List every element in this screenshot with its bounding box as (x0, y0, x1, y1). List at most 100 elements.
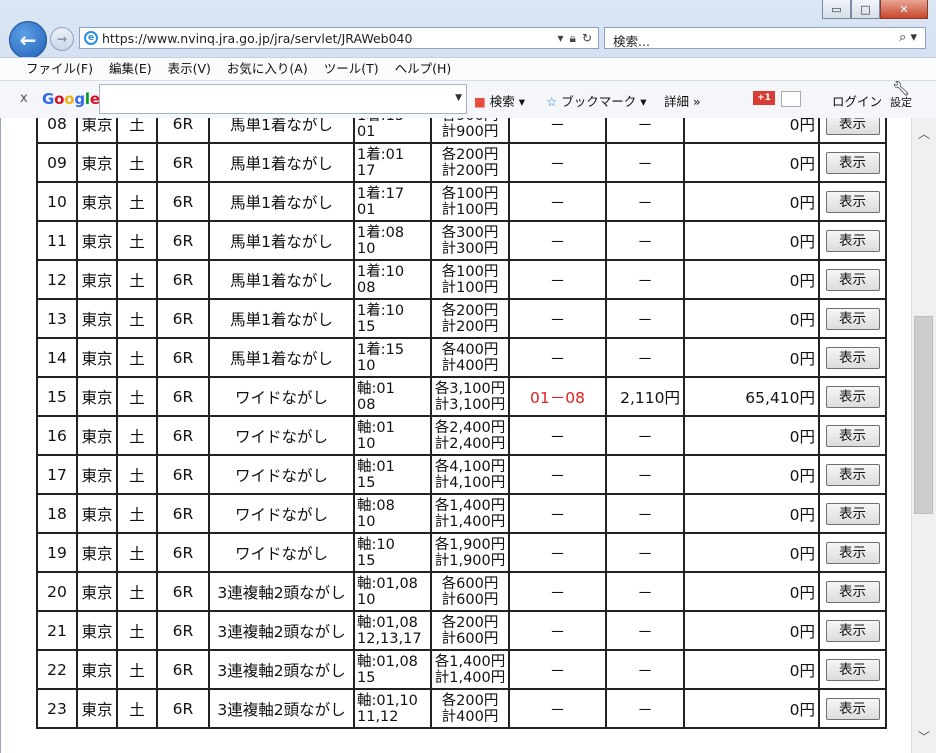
amount-cell: 各900円計900円 (430, 118, 510, 144)
combination-line1: 軸:01,10 (357, 692, 418, 709)
chevron-down-icon[interactable]: ▼ (455, 93, 462, 103)
show-button[interactable]: 表示 (825, 619, 880, 642)
show-button[interactable]: 表示 (825, 346, 880, 369)
place-cell: 東京 (76, 337, 118, 378)
show-button[interactable]: 表示 (825, 268, 880, 291)
combination-cell: 1着:01 17 (353, 142, 432, 183)
place-cell: 東京 (76, 688, 118, 729)
scroll-thumb[interactable] (914, 316, 933, 514)
table-row: 16 東京土 6R ワイドながし 軸:01 10 各2,400円 計2,400円－－ 0円 表示 (36, 415, 887, 456)
combination-line2: 15 (357, 552, 376, 569)
amount-total: 計3,100円 (434, 396, 506, 413)
show-button[interactable]: 表示 (825, 697, 880, 720)
show-button[interactable]: 表示 (825, 118, 880, 135)
dropdown-icon[interactable]: ▾ (558, 31, 564, 46)
combination-cell: 1着:15 10 (353, 337, 432, 378)
show-button[interactable]: 表示 (825, 463, 880, 486)
amount-total: 計600円 (441, 630, 499, 647)
show-button[interactable]: 表示 (825, 541, 880, 564)
action-cell: 表示 (818, 649, 887, 690)
forward-button[interactable]: → (50, 27, 74, 51)
table-row: 13 東京土 6R 馬単1着ながし 1着:10 15 各200円 計200円－－ 0円 表示 (36, 298, 887, 339)
google-search-icon: ■ (474, 94, 486, 109)
show-button[interactable]: 表示 (825, 307, 880, 330)
amount-each: 各200円 (441, 692, 499, 709)
amount-each: 各200円 (441, 302, 499, 319)
table-row: 21 東京土 6R 3連複軸2頭ながし 軸:01,08 12,13,17 各200円 計600… (36, 610, 887, 651)
odds-cell: － (605, 118, 685, 144)
toggle-switch[interactable] (781, 91, 801, 107)
google-search-button[interactable]: ■ 検索 ▾ (474, 91, 525, 110)
settings-button[interactable]: 🔧︎ 設定 (890, 81, 912, 109)
wrench-icon: 🔧︎ (892, 81, 910, 97)
scroll-up-icon[interactable]: ︿ (912, 124, 936, 144)
day-cell: 土 (116, 298, 158, 339)
bet-type-cell: 馬単1着ながし (208, 181, 355, 222)
table-row: 19 東京土 6R ワイドながし 軸:10 15 各1,900円 計1,900円－－ 0円 表示 (36, 532, 887, 573)
amount-cell: 各4,100円 計4,100円 (430, 454, 510, 495)
google-plus-one-icon[interactable]: +1 (753, 91, 775, 105)
menu-help[interactable]: ヘルプ(H) (387, 58, 460, 80)
table-row: 17 東京土 6R ワイドながし 軸:01 15 各4,100円 計4,100円－－ 0円 表示 (36, 454, 887, 495)
toolbar-close-icon[interactable]: x (20, 91, 28, 106)
action-cell: 表示 (818, 118, 887, 144)
google-search-input[interactable]: ▼ (99, 84, 467, 114)
maximize-button[interactable]: □ (851, 0, 880, 19)
result-cell: － (508, 337, 607, 378)
show-button[interactable]: 表示 (825, 229, 880, 252)
place-cell: 東京 (76, 610, 118, 651)
lock-icon[interactable]: 🔒︎ (570, 31, 576, 46)
day-cell: 土 (116, 610, 158, 651)
amount-total: 計1,400円 (434, 513, 506, 530)
result-cell: － (508, 571, 607, 612)
payout-cell: 0円 (683, 181, 820, 222)
vertical-scrollbar[interactable]: ︿ ﹀ (911, 118, 936, 753)
login-link[interactable]: ログイン (832, 91, 882, 110)
show-button[interactable]: 表示 (825, 658, 880, 681)
refresh-icon[interactable]: ↻ (582, 31, 592, 46)
place-cell: 東京 (76, 142, 118, 183)
bet-type-cell: 3連複軸2頭ながし (208, 649, 355, 690)
combination-line2: 11,12 (357, 708, 399, 725)
no-cell: 14 (36, 337, 78, 378)
menu-file[interactable]: ファイル(F) (0, 58, 101, 80)
menu-edit[interactable]: 編集(E) (101, 58, 160, 80)
amount-cell: 各1,400円 計1,400円 (430, 649, 510, 690)
amount-each: 各600円 (441, 575, 499, 592)
combination-line1: 軸:01 (357, 419, 395, 436)
minimize-button[interactable]: ▭ (822, 0, 851, 19)
close-button[interactable]: ✕ (880, 0, 928, 19)
combination-line1: 軸:01 (357, 380, 395, 397)
show-button[interactable]: 表示 (825, 385, 880, 408)
details-button[interactable]: 詳細 » (664, 91, 701, 110)
bookmarks-button[interactable]: ☆ ブックマーク ▾ (546, 91, 646, 110)
show-button[interactable]: 表示 (825, 580, 880, 603)
bet-type-cell: ワイドながし (208, 376, 355, 417)
address-url[interactable]: https://www.nvinq.jra.go.jp/jra/servlet/… (102, 31, 412, 46)
show-button[interactable]: 表示 (825, 151, 880, 174)
show-button[interactable]: 表示 (825, 190, 880, 213)
bet-type-cell: 馬単1着ながし (208, 118, 355, 144)
table-row: 14 東京土 6R 馬単1着ながし 1着:15 10 各400円 計400円－－ 0円 表示 (36, 337, 887, 378)
scroll-down-icon[interactable]: ﹀ (912, 727, 936, 747)
amount-cell: 各200円 計200円 (430, 298, 510, 339)
page-content: 08東京土6R馬単1着ながし1着:1501各900円計900円－－0円表示09東… (0, 118, 912, 753)
search-icon[interactable]: ⌕ ▾ (899, 30, 917, 45)
show-button[interactable]: 表示 (825, 502, 880, 525)
search-box[interactable]: 検索... ⌕ ▾ (604, 27, 926, 49)
ie-page-icon: e (84, 31, 98, 45)
amount-cell: 各300円 計300円 (430, 220, 510, 261)
amount-total: 計400円 (441, 708, 499, 725)
amount-cell: 各2,400円 計2,400円 (430, 415, 510, 456)
address-bar[interactable]: e https://www.nvinq.jra.go.jp/jra/servle… (79, 27, 599, 49)
table-row: 23 東京土 6R 3連複軸2頭ながし 軸:01,10 11,12 各200円 計400円－－… (36, 688, 887, 729)
menu-view[interactable]: 表示(V) (160, 58, 219, 80)
day-cell: 土 (116, 181, 158, 222)
combination-cell: 1着:10 15 (353, 298, 432, 339)
back-button[interactable]: ← (9, 21, 47, 59)
odds-cell: － (605, 415, 685, 456)
menu-tools[interactable]: ツール(T) (316, 58, 387, 80)
show-button[interactable]: 表示 (825, 424, 880, 447)
menu-favorites[interactable]: お気に入り(A) (219, 58, 316, 80)
combination-cell: 軸:01,08 15 (353, 649, 432, 690)
